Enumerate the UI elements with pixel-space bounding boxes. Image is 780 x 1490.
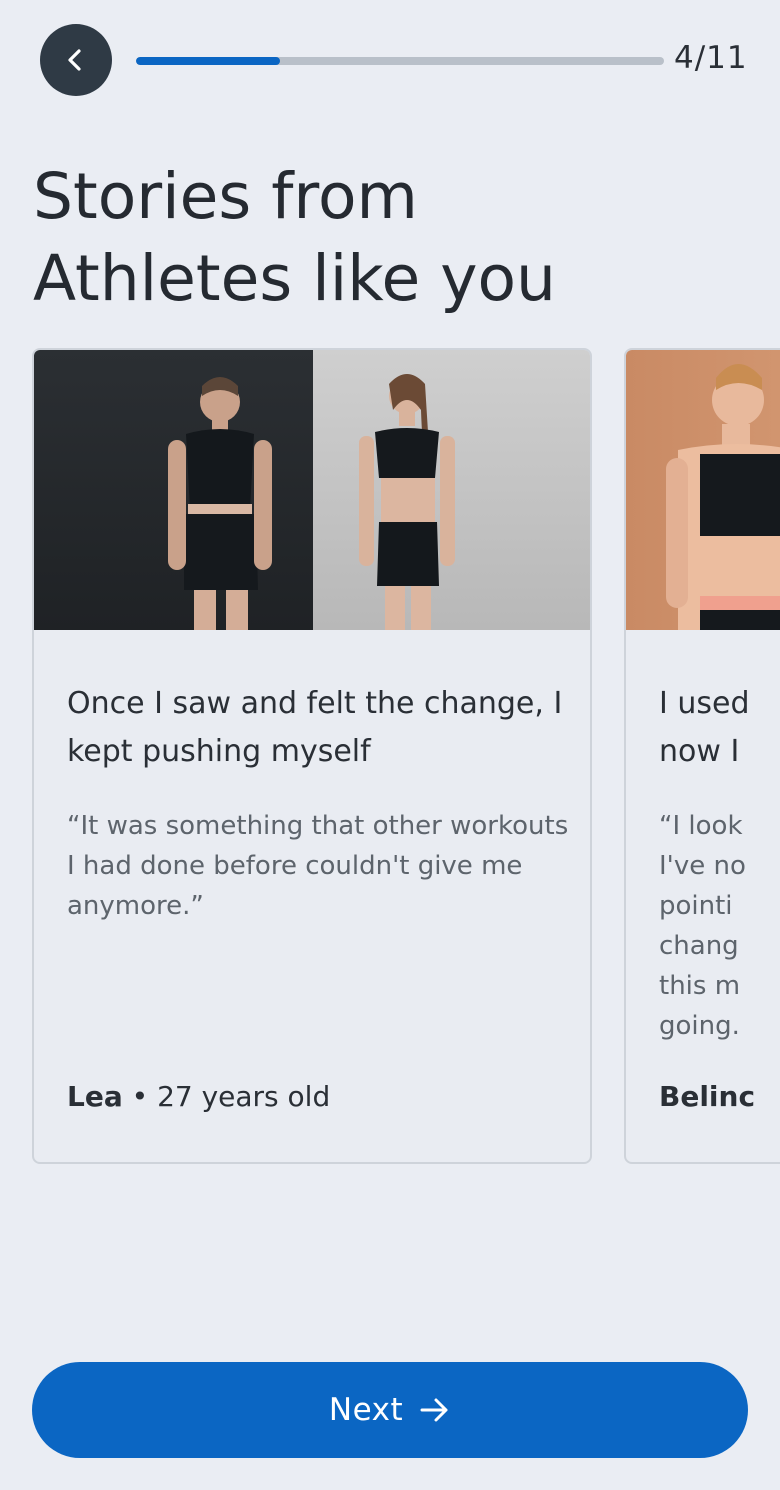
arrow-right-icon: [419, 1396, 451, 1424]
progress-bar: [136, 57, 664, 65]
after-photo: [313, 350, 590, 630]
back-button[interactable]: [40, 24, 112, 96]
onboarding-screen: 4/11 Stories from Athletes like you Once…: [0, 0, 780, 1490]
author-name: Lea: [67, 1080, 123, 1113]
progress-bar-fill: [136, 57, 280, 65]
chevron-left-icon: [68, 49, 81, 71]
story-quote: “I look I've no pointi chang this m goin…: [659, 806, 780, 1046]
story-content: I used now I “I look I've no pointi chan…: [659, 680, 780, 1046]
story-quote-line: this m: [659, 971, 741, 1001]
page-title: Stories from Athletes like you: [33, 156, 753, 320]
story-card[interactable]: I used now I “I look I've no pointi chan…: [624, 348, 780, 1164]
story-quote-line: chang: [659, 931, 739, 961]
story-quote-line: going.: [659, 1011, 740, 1041]
page-title-line-1: Stories from: [33, 160, 418, 233]
story-headline-line-1: I used: [659, 686, 750, 721]
story-photo: [626, 350, 780, 630]
before-after-photo: [34, 350, 590, 630]
story-quote-line: I've no: [659, 851, 746, 881]
author-separator: •: [122, 1080, 158, 1113]
author-name: Belinc: [659, 1080, 756, 1113]
story-quote-line: “I look: [659, 811, 743, 841]
next-button-label: Next: [328, 1392, 404, 1428]
page-title-line-2: Athletes like you: [33, 242, 556, 315]
story-headline-line-2: now I: [659, 734, 740, 769]
author-age: 27 years old: [157, 1080, 331, 1113]
story-author: Lea • 27 years old: [67, 1080, 330, 1113]
athlete-before-figure: [168, 377, 272, 630]
athlete-after-figure: [359, 374, 455, 630]
athlete-figure: [666, 364, 780, 630]
story-quote-line: pointi: [659, 891, 733, 921]
before-photo: [34, 350, 313, 630]
story-card[interactable]: Once I saw and felt the change, I kept p…: [32, 348, 592, 1164]
next-button[interactable]: Next: [32, 1362, 748, 1458]
story-content: Once I saw and felt the change, I kept p…: [67, 680, 570, 926]
story-headline: Once I saw and felt the change, I kept p…: [67, 686, 563, 769]
story-author: Belinc: [659, 1080, 755, 1113]
progress-step-label: 4/11: [674, 40, 748, 76]
before-photo: [626, 350, 780, 630]
story-headline: I used now I: [659, 680, 780, 776]
story-quote: “It was something that other workouts I …: [67, 811, 569, 921]
